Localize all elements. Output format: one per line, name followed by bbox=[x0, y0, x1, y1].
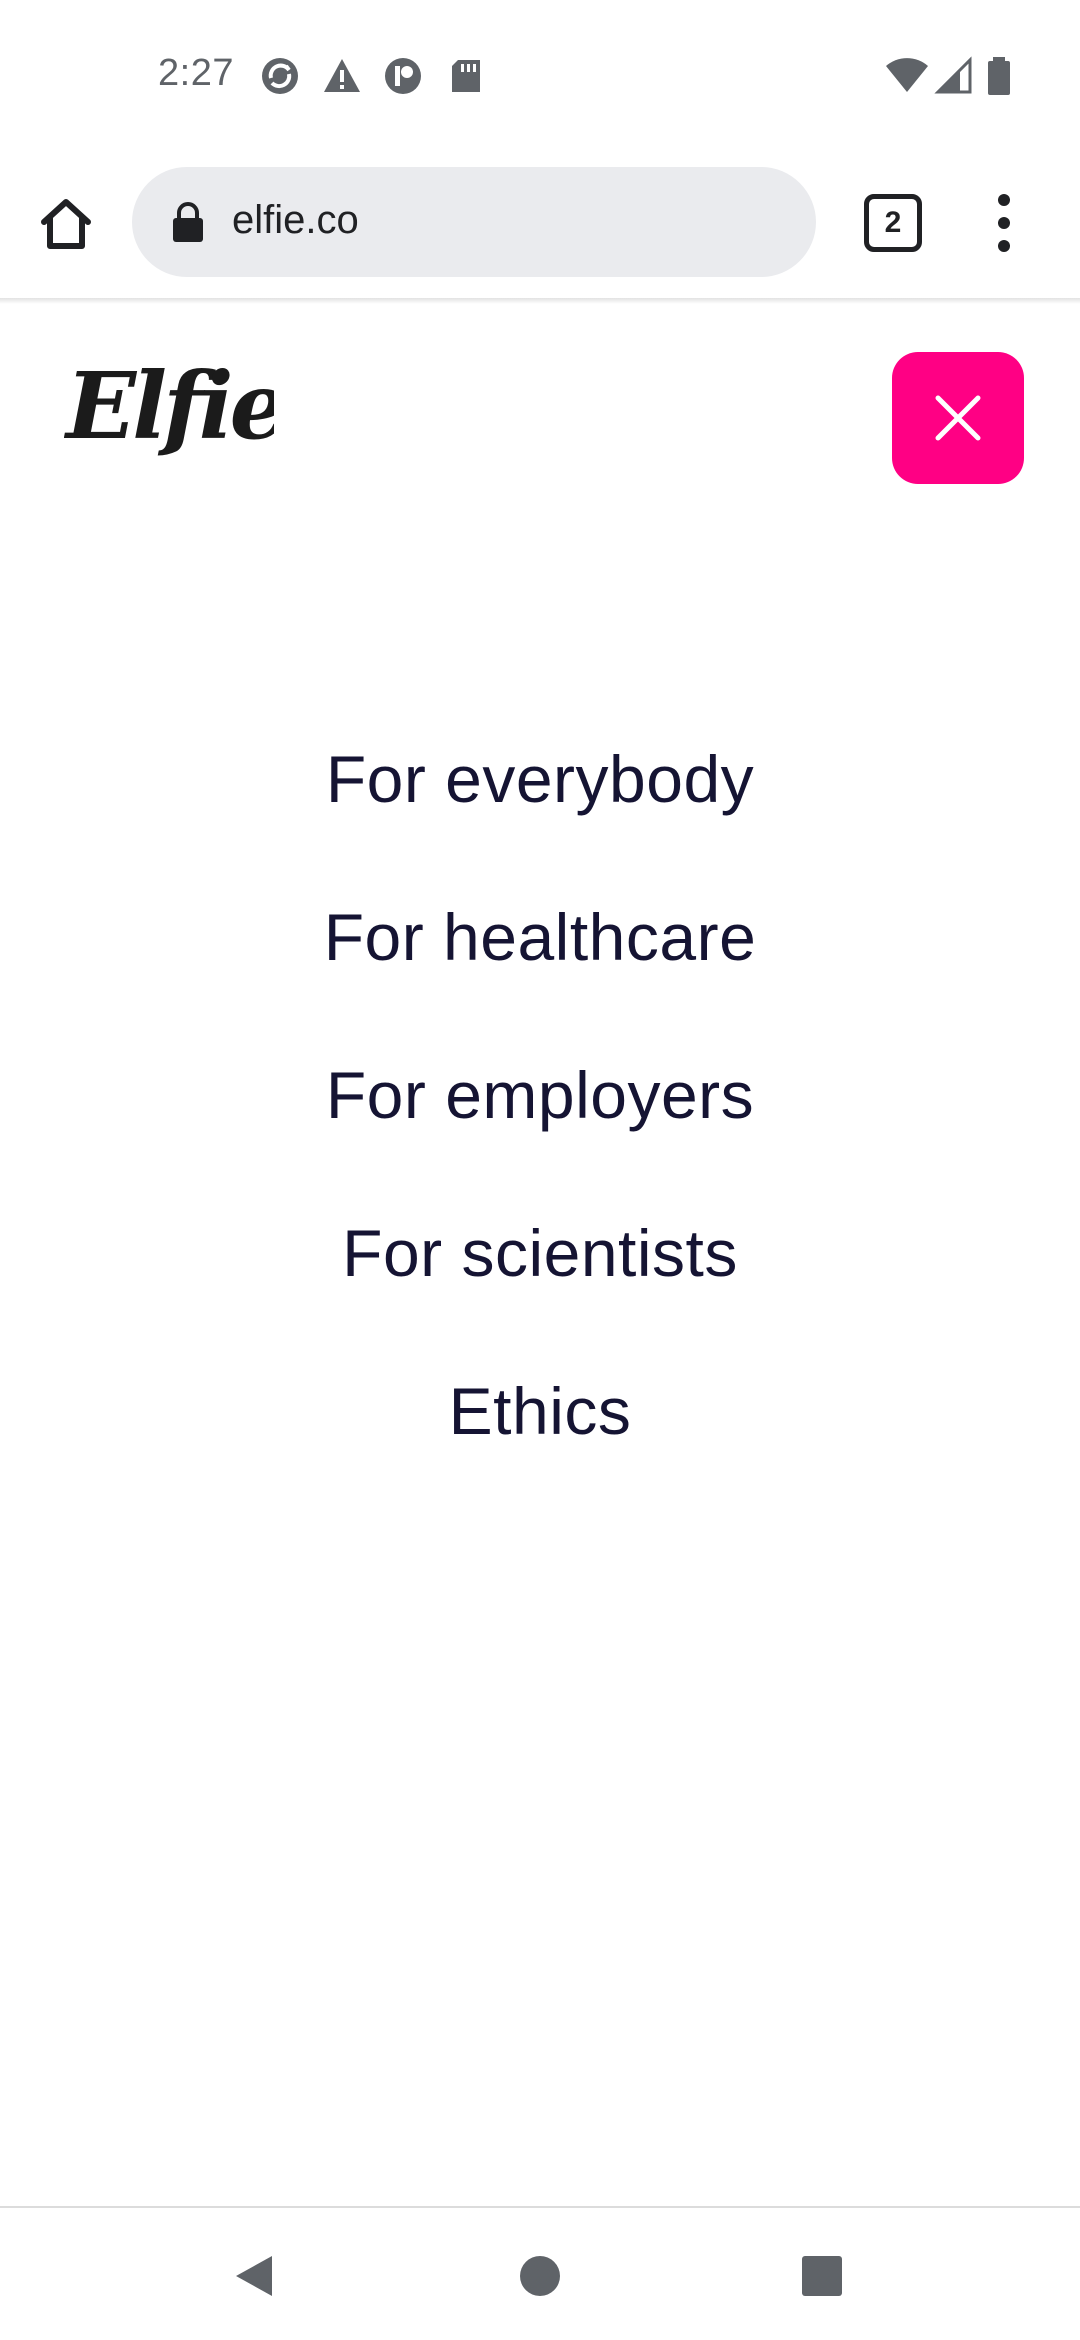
recents-icon[interactable] bbox=[800, 2254, 844, 2298]
menu-item-for-employers[interactable]: For employers bbox=[0, 1016, 1080, 1174]
elfie-logo[interactable]: Elfie bbox=[64, 350, 274, 480]
menu-item-for-everybody[interactable]: For everybody bbox=[0, 700, 1080, 858]
menu-item-ethics[interactable]: Ethics bbox=[0, 1332, 1080, 1490]
url-text: elfie.co bbox=[232, 198, 359, 242]
sync-icon bbox=[262, 58, 298, 94]
tab-switcher-button[interactable]: 2 bbox=[864, 194, 922, 252]
status-bar: 2:27 bbox=[0, 0, 1080, 150]
sd-card-icon bbox=[452, 60, 480, 92]
close-menu-button[interactable] bbox=[892, 352, 1024, 484]
close-icon bbox=[935, 395, 981, 441]
svg-text:Elfie: Elfie bbox=[64, 352, 274, 460]
battery-icon bbox=[988, 57, 1010, 95]
menu-item-for-healthcare[interactable]: For healthcare bbox=[0, 858, 1080, 1016]
address-bar[interactable]: elfie.co bbox=[132, 167, 816, 277]
app-icon bbox=[385, 58, 421, 94]
menu-item-for-scientists[interactable]: For scientists bbox=[0, 1174, 1080, 1332]
lock-icon bbox=[173, 202, 203, 242]
home-circle-icon[interactable] bbox=[518, 2254, 562, 2298]
browser-toolbar: elfie.co 2 bbox=[0, 150, 1080, 298]
cellular-signal-icon bbox=[934, 56, 972, 94]
wifi-icon bbox=[886, 58, 928, 92]
back-icon[interactable] bbox=[232, 2252, 276, 2300]
home-icon[interactable] bbox=[36, 194, 96, 254]
warning-icon bbox=[324, 59, 360, 92]
more-vert-icon[interactable] bbox=[984, 190, 1024, 256]
status-time: 2:27 bbox=[158, 52, 234, 94]
site-nav-menu: For everybody For healthcare For employe… bbox=[0, 700, 1080, 1490]
screen: 2:27 elfie.co 2 Elfie For everybody For … bbox=[0, 0, 1080, 2340]
system-nav-bar bbox=[0, 2208, 1080, 2340]
toolbar-shadow bbox=[0, 298, 1080, 304]
